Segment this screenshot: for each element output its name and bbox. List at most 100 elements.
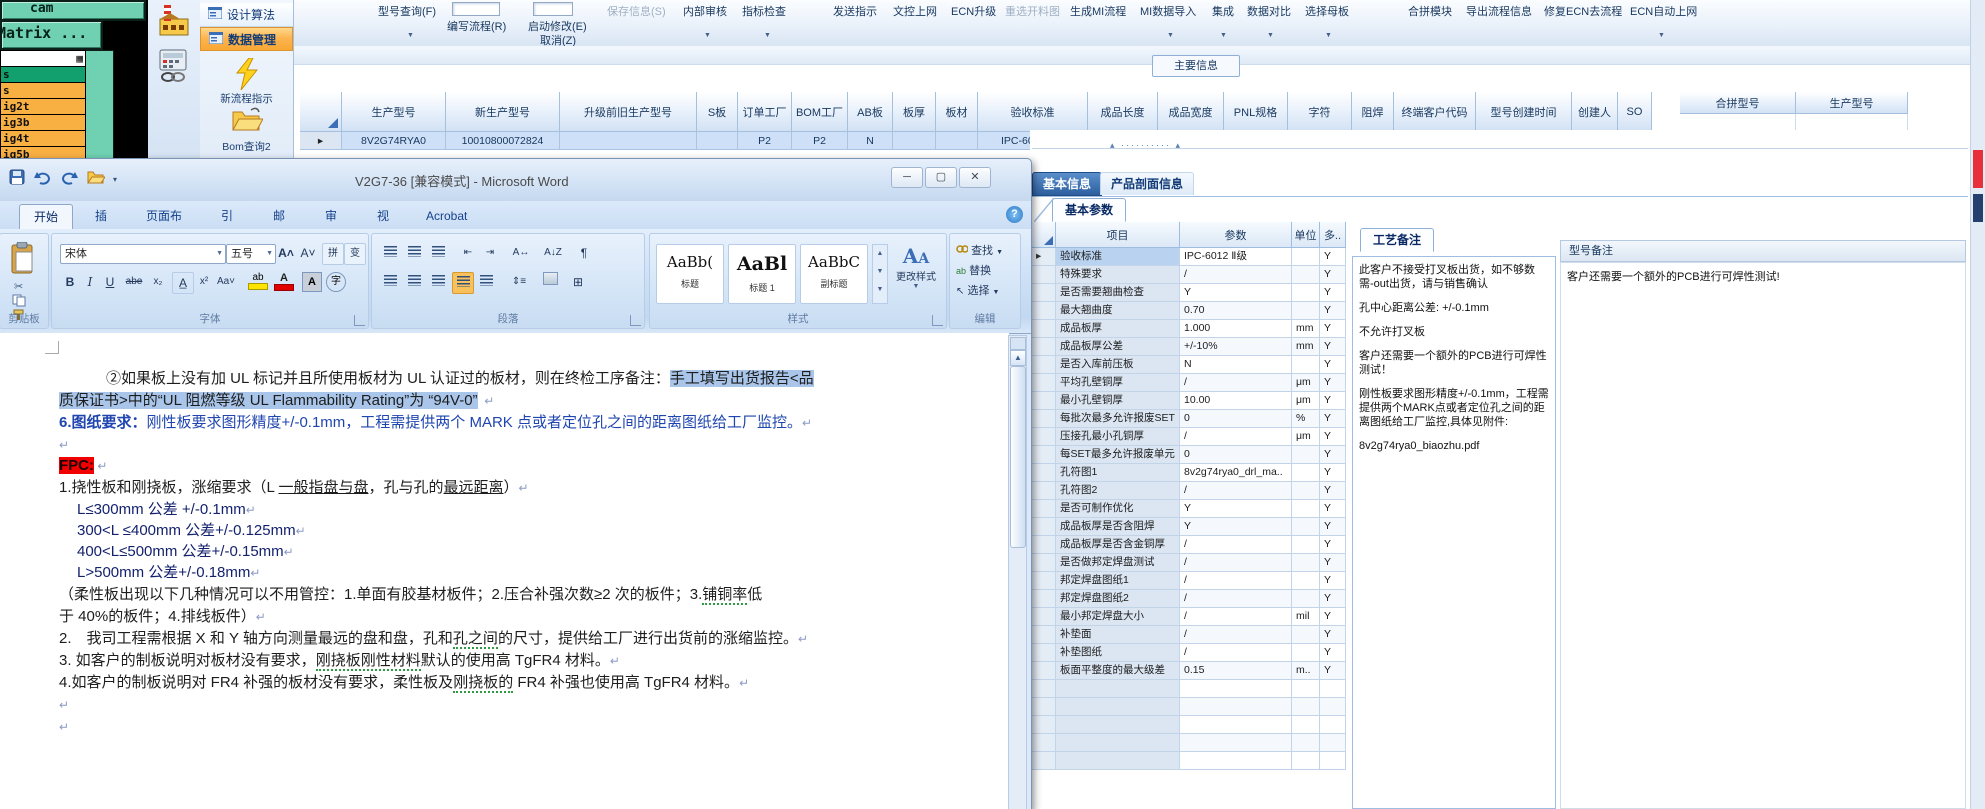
justify-icon[interactable]: [452, 272, 474, 294]
param-cell[interactable]: 验收标准: [1056, 248, 1180, 266]
font-name-combo[interactable]: 宋体 ▼: [60, 244, 226, 264]
param-cell[interactable]: [1032, 392, 1056, 410]
param-cell[interactable]: Y: [1320, 536, 1346, 554]
font-color-button[interactable]: A: [274, 272, 294, 292]
param-cell[interactable]: [1292, 500, 1320, 518]
table-cell[interactable]: [936, 132, 978, 150]
table-column-header[interactable]: 创建人: [1572, 92, 1618, 132]
param-cell[interactable]: /: [1180, 554, 1292, 572]
undo-icon[interactable]: [33, 169, 53, 190]
bullets-icon[interactable]: [380, 243, 400, 263]
increase-indent-icon[interactable]: ⇥: [480, 243, 500, 263]
ribbon-tab-插入[interactable]: 插入: [79, 204, 123, 248]
menu-dropdown-icon[interactable]: ▼: [704, 32, 711, 39]
model-note-body[interactable]: 客户还需要一个额外的PCB进行可焊性测试!: [1560, 262, 1966, 809]
param-column-header[interactable]: 单位: [1292, 222, 1320, 248]
table-column-header[interactable]: 订单工厂: [738, 92, 792, 132]
param-cell[interactable]: [1032, 752, 1056, 770]
menu-item[interactable]: 导出流程信息: [1466, 3, 1532, 19]
ribbon-tab-视图[interactable]: 视图: [361, 204, 405, 248]
menu-item[interactable]: ECN升级: [951, 3, 996, 19]
param-cell[interactable]: μm: [1292, 374, 1320, 392]
table-cell[interactable]: P2: [792, 132, 848, 150]
param-cell[interactable]: [1032, 446, 1056, 464]
ribbon-tab-开始[interactable]: 开始: [19, 204, 73, 230]
decrease-indent-icon[interactable]: ⇤: [458, 243, 478, 263]
param-cell[interactable]: [1292, 752, 1320, 770]
table-column-header[interactable]: 成品长度: [1088, 92, 1158, 132]
tab-process-note[interactable]: 工艺备注: [1360, 228, 1435, 252]
styles-dialog-launcher[interactable]: [932, 315, 943, 326]
param-cell[interactable]: [1292, 734, 1320, 752]
param-cell[interactable]: Y: [1320, 626, 1346, 644]
table-column-header[interactable]: 板厚: [893, 92, 936, 132]
param-cell[interactable]: Y: [1320, 662, 1346, 680]
factory-icon[interactable]: [154, 3, 194, 41]
param-cell[interactable]: 最小孔壁铜厚: [1056, 392, 1180, 410]
param-cell[interactable]: 邦定焊盘图纸1: [1056, 572, 1180, 590]
menu-item[interactable]: 指标检查: [742, 3, 786, 19]
param-cell[interactable]: Y: [1180, 500, 1292, 518]
ribbon-tab-邮件[interactable]: 邮件: [257, 204, 301, 248]
param-cell[interactable]: /: [1180, 266, 1292, 284]
menu-item[interactable]: 保存信息(S): [607, 3, 666, 19]
param-cell[interactable]: 压接孔最小孔铜厚: [1056, 428, 1180, 446]
cam-list-header[interactable]: ▦: [1, 51, 85, 67]
calculator-icon[interactable]: [156, 48, 192, 84]
menu-item[interactable]: 集成: [1212, 3, 1234, 19]
menu-dropdown-icon[interactable]: ▼: [764, 32, 771, 39]
model-note-header[interactable]: 型号备注: [1560, 240, 1966, 262]
param-cell[interactable]: [1056, 716, 1180, 734]
table-column-header[interactable]: S板: [697, 92, 738, 132]
param-column-header[interactable]: 项目: [1056, 222, 1180, 248]
param-cell[interactable]: Y: [1320, 554, 1346, 572]
param-cell[interactable]: /: [1180, 572, 1292, 590]
folder-icon[interactable]: [231, 106, 264, 139]
cam-list-item[interactable]: ig2t: [1, 99, 85, 115]
merge-column-header[interactable]: 合拼型号: [1680, 92, 1796, 114]
param-cell[interactable]: [1292, 518, 1320, 536]
scroll-up-icon[interactable]: ▲: [1010, 350, 1026, 366]
table-column-header[interactable]: 生产型号: [342, 92, 446, 132]
maximize-button[interactable]: ▢: [925, 167, 957, 188]
table-cell[interactable]: [697, 132, 738, 150]
borders-icon[interactable]: ⊞: [568, 272, 588, 292]
nav-item-data-management[interactable]: 数据管理: [200, 27, 293, 51]
param-cell[interactable]: 成品板厚是否含金铜厚: [1056, 536, 1180, 554]
nav-action-bom-query-label[interactable]: Bom查询2: [200, 139, 293, 154]
char-border-icon[interactable]: A̲: [172, 272, 194, 294]
char-case-icon[interactable]: 变: [344, 243, 366, 265]
param-cell[interactable]: 8v2g74rya0_drl_ma..: [1180, 464, 1292, 482]
param-cell[interactable]: μm: [1292, 428, 1320, 446]
change-styles-button[interactable]: AA 更改样式 ▼: [892, 244, 940, 308]
find-button[interactable]: 查找 ▼: [956, 242, 1003, 258]
param-cell[interactable]: /: [1180, 608, 1292, 626]
menu-item[interactable]: 文控上网: [893, 3, 937, 19]
param-cell[interactable]: [1032, 500, 1056, 518]
param-cell[interactable]: [1292, 626, 1320, 644]
param-cell[interactable]: Y: [1320, 482, 1346, 500]
param-cell[interactable]: Y: [1320, 644, 1346, 662]
param-cell[interactable]: [1292, 590, 1320, 608]
param-cell[interactable]: Y: [1320, 464, 1346, 482]
param-cell[interactable]: 特殊要求: [1056, 266, 1180, 284]
table-cell[interactable]: 10010800072824: [446, 132, 560, 150]
param-cell[interactable]: m..: [1292, 662, 1320, 680]
word-document[interactable]: ②如果板上没有加 UL 标记并且所使用板材为 UL 认证过的板材，则在终检工序备…: [0, 333, 1009, 809]
param-cell[interactable]: /: [1180, 590, 1292, 608]
param-cell[interactable]: 1.000: [1180, 320, 1292, 338]
param-cell[interactable]: 是否可制作优化: [1056, 500, 1180, 518]
param-cell[interactable]: 每SET最多允许报废单元: [1056, 446, 1180, 464]
param-cell[interactable]: Y: [1320, 320, 1346, 338]
save-icon[interactable]: [9, 169, 25, 190]
param-cell[interactable]: Y: [1320, 266, 1346, 284]
menu-dropdown-icon[interactable]: ▼: [1167, 32, 1174, 39]
merge-column-header[interactable]: 生产型号: [1796, 92, 1908, 114]
param-cell[interactable]: Y: [1320, 248, 1346, 266]
param-cell[interactable]: 孔符图2: [1056, 482, 1180, 500]
param-cell[interactable]: 0.15: [1180, 662, 1292, 680]
param-cell[interactable]: Y: [1320, 446, 1346, 464]
param-cell[interactable]: [1180, 752, 1292, 770]
param-cell[interactable]: [1292, 716, 1320, 734]
menu-item[interactable]: MI数据导入: [1140, 3, 1196, 19]
